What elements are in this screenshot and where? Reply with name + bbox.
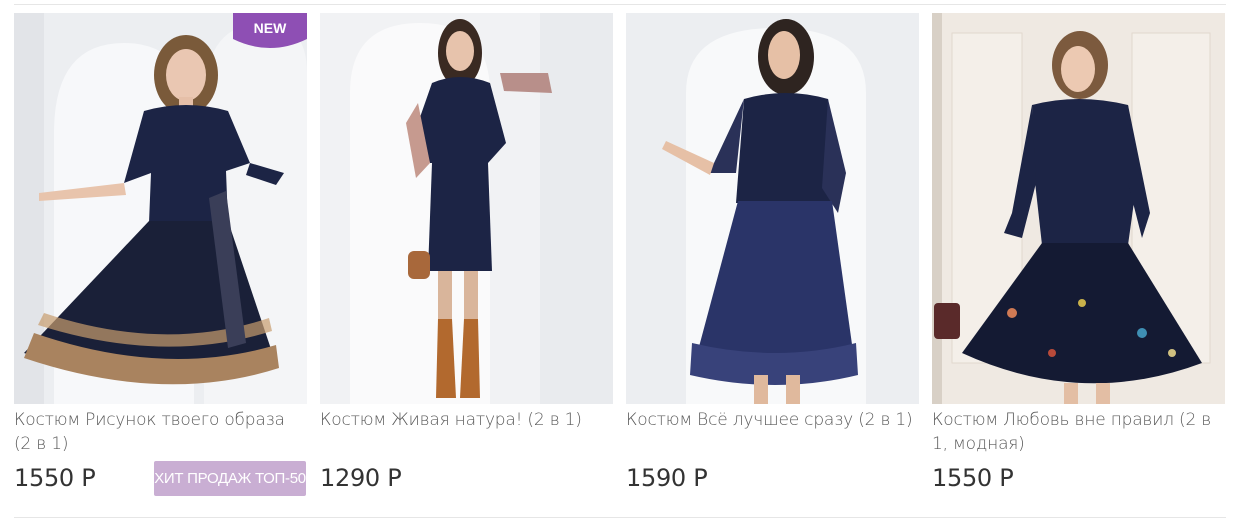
product-price: 1590 Р bbox=[626, 464, 708, 492]
product-card[interactable]: Костюм Живая натура! (2 в 1) 1290 Р bbox=[320, 13, 613, 503]
product-title[interactable]: Костюм Живая натура! (2 в 1) bbox=[320, 408, 613, 432]
product-image bbox=[320, 13, 613, 404]
product-title[interactable]: Костюм Рисунок твоего образа (2 в 1) bbox=[14, 408, 307, 456]
product-price: 1550 Р bbox=[14, 464, 96, 492]
bestseller-badge: ХИТ ПРОДАЖ ТОП-50 bbox=[154, 461, 306, 496]
product-photo[interactable] bbox=[932, 13, 1225, 404]
product-price: 1290 Р bbox=[320, 464, 402, 492]
product-image bbox=[626, 13, 919, 404]
product-image bbox=[14, 13, 307, 404]
product-image bbox=[932, 13, 1225, 404]
product-photo[interactable] bbox=[14, 13, 307, 404]
product-photo[interactable] bbox=[626, 13, 919, 404]
product-card[interactable]: Костюм Любовь вне правил (2 в 1, модная)… bbox=[932, 13, 1225, 503]
product-price: 1550 Р bbox=[932, 464, 1014, 492]
product-photo[interactable] bbox=[320, 13, 613, 404]
product-title[interactable]: Костюм Всё лучшее сразу (2 в 1) bbox=[626, 408, 919, 432]
new-badge: NEW bbox=[233, 13, 307, 51]
new-badge-label: NEW bbox=[253, 20, 287, 36]
top-divider bbox=[14, 4, 1226, 5]
product-card[interactable]: Костюм Всё лучшее сразу (2 в 1) 1590 Р bbox=[626, 13, 919, 503]
product-grid: NEW Костюм Рисунок твоего образа (2 в 1)… bbox=[14, 13, 1226, 503]
bottom-divider bbox=[14, 517, 1226, 518]
product-card[interactable]: NEW Костюм Рисунок твоего образа (2 в 1)… bbox=[14, 13, 307, 503]
product-title[interactable]: Костюм Любовь вне правил (2 в 1, модная) bbox=[932, 408, 1225, 456]
